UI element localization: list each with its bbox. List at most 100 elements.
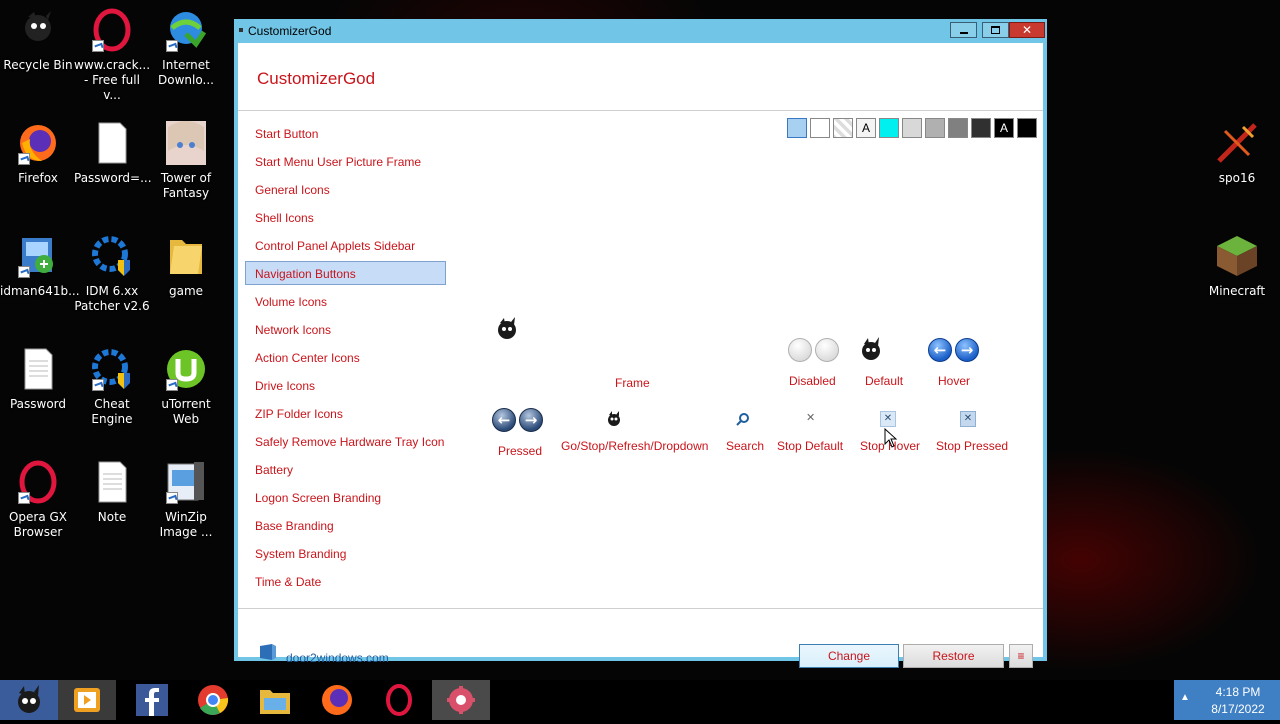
taskbar-opera[interactable] (370, 680, 428, 720)
background-swatch[interactable] (902, 118, 922, 138)
footer-divider (238, 608, 1043, 609)
nav-item[interactable]: Shell Icons (245, 205, 446, 229)
desktop-icon-idman[interactable]: idman641b... (0, 234, 80, 299)
idm-icon (164, 8, 208, 52)
restore-button[interactable]: Restore (903, 644, 1004, 668)
nav-item[interactable]: Volume Icons (245, 289, 446, 313)
desktop-icon-firefox[interactable]: Firefox (0, 121, 76, 186)
nav-item[interactable]: General Icons (245, 177, 446, 201)
taskbar-facebook[interactable] (122, 680, 180, 720)
swatch-text-icon: A (999, 121, 1008, 135)
opera-gx-icon (16, 460, 60, 504)
maximize-button[interactable] (982, 22, 1009, 38)
title-bar[interactable]: CustomizerGod ✕ (234, 19, 1047, 43)
nav-item[interactable]: Drive Icons (245, 373, 446, 397)
mouse-cursor-icon (884, 427, 898, 452)
taskbar-customizergod[interactable] (432, 680, 490, 720)
desktop-icon-utorrent[interactable]: uTorrent Web (148, 347, 224, 427)
desktop-icon-crack-site[interactable]: www.crack... - Free full v... (74, 8, 150, 103)
background-swatch[interactable] (833, 118, 853, 138)
nav-item[interactable]: System Branding (245, 541, 446, 565)
firefox-icon (322, 685, 352, 715)
category-list: Start Button Start Menu User Picture Fram… (245, 121, 446, 597)
door2windows-link[interactable]: door2windows.com (286, 651, 389, 665)
background-swatch[interactable] (971, 118, 991, 138)
nav-item[interactable]: Control Panel Applets Sidebar (245, 233, 446, 257)
folder-icon (164, 234, 208, 278)
desktop-icon-label: Minecraft (1208, 284, 1266, 298)
background-swatch[interactable] (787, 118, 807, 138)
desktop-icon-label: Opera GX Browser (8, 510, 68, 539)
background-swatch[interactable] (879, 118, 899, 138)
desktop-icon-label: IDM 6.xx Patcher v2.6 (74, 284, 150, 313)
minimize-button[interactable] (950, 22, 977, 38)
text-file-icon (90, 460, 134, 504)
desktop-icon-spo16[interactable]: spo16 (1199, 121, 1275, 186)
frame-label: Frame (615, 376, 650, 390)
nav-item[interactable]: Network Icons (245, 317, 446, 341)
stop-default-icon: ✕ (806, 411, 816, 424)
desktop-icon-password-file[interactable]: Password=... (74, 121, 152, 186)
desktop-icon-internet-download[interactable]: Internet Downlo... (148, 8, 224, 88)
background-swatch[interactable]: A (994, 118, 1014, 138)
customizergod-window: CustomizerGod ✕ CustomizerGod Start Butt… (234, 19, 1047, 668)
taskbar (0, 680, 1280, 720)
desktop-icon-minecraft[interactable]: Minecraft (1199, 234, 1275, 299)
background-swatch[interactable] (925, 118, 945, 138)
nav-item[interactable]: Navigation Buttons (245, 261, 446, 285)
desktop-icon-cheat-engine[interactable]: Cheat Engine (74, 347, 150, 427)
desktop-icon-password[interactable]: Password (0, 347, 76, 412)
taskbar-media-player[interactable] (58, 680, 116, 720)
nav-item[interactable]: Base Branding (245, 513, 446, 537)
stop-hover-icon: ✕ (880, 411, 896, 427)
desktop-icon-opera-gx[interactable]: Opera GX Browser (0, 460, 76, 540)
taskbar-firefox[interactable] (308, 680, 366, 720)
desktop-icon-label: WinZip Image ... (159, 510, 213, 539)
nav-item[interactable]: ZIP Folder Icons (245, 401, 446, 425)
nav-item[interactable]: Start Button (245, 121, 446, 145)
desktop-icon-label: www.crack... - Free full v... (74, 58, 151, 102)
taskbar-file-explorer[interactable] (246, 680, 304, 720)
text-file-icon (90, 121, 134, 165)
desktop-icon-game-folder[interactable]: game (148, 234, 224, 299)
desktop-icon-idm-patcher[interactable]: IDM 6.xx Patcher v2.6 (74, 234, 150, 314)
background-swatch[interactable] (1017, 118, 1037, 138)
cheat-engine-icon (90, 347, 134, 391)
pressed-label: Pressed (498, 444, 543, 458)
nav-item[interactable]: Safely Remove Hardware Tray Icon (245, 429, 446, 453)
spo16-icon (1215, 121, 1259, 165)
nav-item[interactable]: Start Menu User Picture Frame (245, 149, 446, 173)
background-swatch[interactable] (810, 118, 830, 138)
change-button[interactable]: Change (799, 644, 899, 668)
desktop-icon-label: Internet Downlo... (158, 58, 214, 87)
system-tray[interactable]: ▲ 4:18 PM 8/17/2022 (1174, 680, 1280, 720)
stop-default-label: Stop Default (777, 439, 844, 453)
background-swatch[interactable] (948, 118, 968, 138)
window-menu-icon[interactable] (239, 28, 243, 32)
desktop-icon-label: Cheat Engine (91, 397, 133, 426)
desktop-icon-label: idman641b... (0, 284, 80, 298)
hover-label: Hover (938, 374, 971, 388)
nav-item[interactable]: Logon Screen Branding (245, 485, 446, 509)
desktop-icon-tower-of-fantasy[interactable]: Tower of Fantasy (148, 121, 224, 201)
tray-chevron-icon[interactable]: ▲ (1180, 692, 1190, 703)
close-button[interactable]: ✕ (1009, 22, 1045, 38)
desktop-icon-note[interactable]: Note (74, 460, 150, 525)
search-label: Search (726, 439, 765, 453)
desktop-icon-winzip[interactable]: WinZip Image ... (148, 460, 224, 540)
nav-item[interactable]: Action Center Icons (245, 345, 446, 369)
desktop-icon-recycle-bin[interactable]: Recycle Bin (0, 8, 76, 73)
door2windows-icon (258, 642, 278, 666)
default-preview-icon (860, 336, 882, 368)
taskbar-chrome[interactable] (184, 680, 242, 720)
minecraft-icon (1215, 234, 1259, 278)
go-stop-label: Go/Stop/Refresh/Dropdown (561, 439, 709, 453)
nav-item[interactable]: Battery (245, 457, 446, 481)
start-button[interactable] (0, 680, 58, 720)
background-swatch[interactable]: A (856, 118, 876, 138)
minimize-icon (960, 32, 968, 34)
close-icon: ✕ (1021, 23, 1033, 37)
go-stop-preview-icon (606, 410, 622, 432)
menu-button[interactable]: ≡ (1009, 644, 1033, 668)
nav-item[interactable]: Time & Date (245, 569, 446, 593)
